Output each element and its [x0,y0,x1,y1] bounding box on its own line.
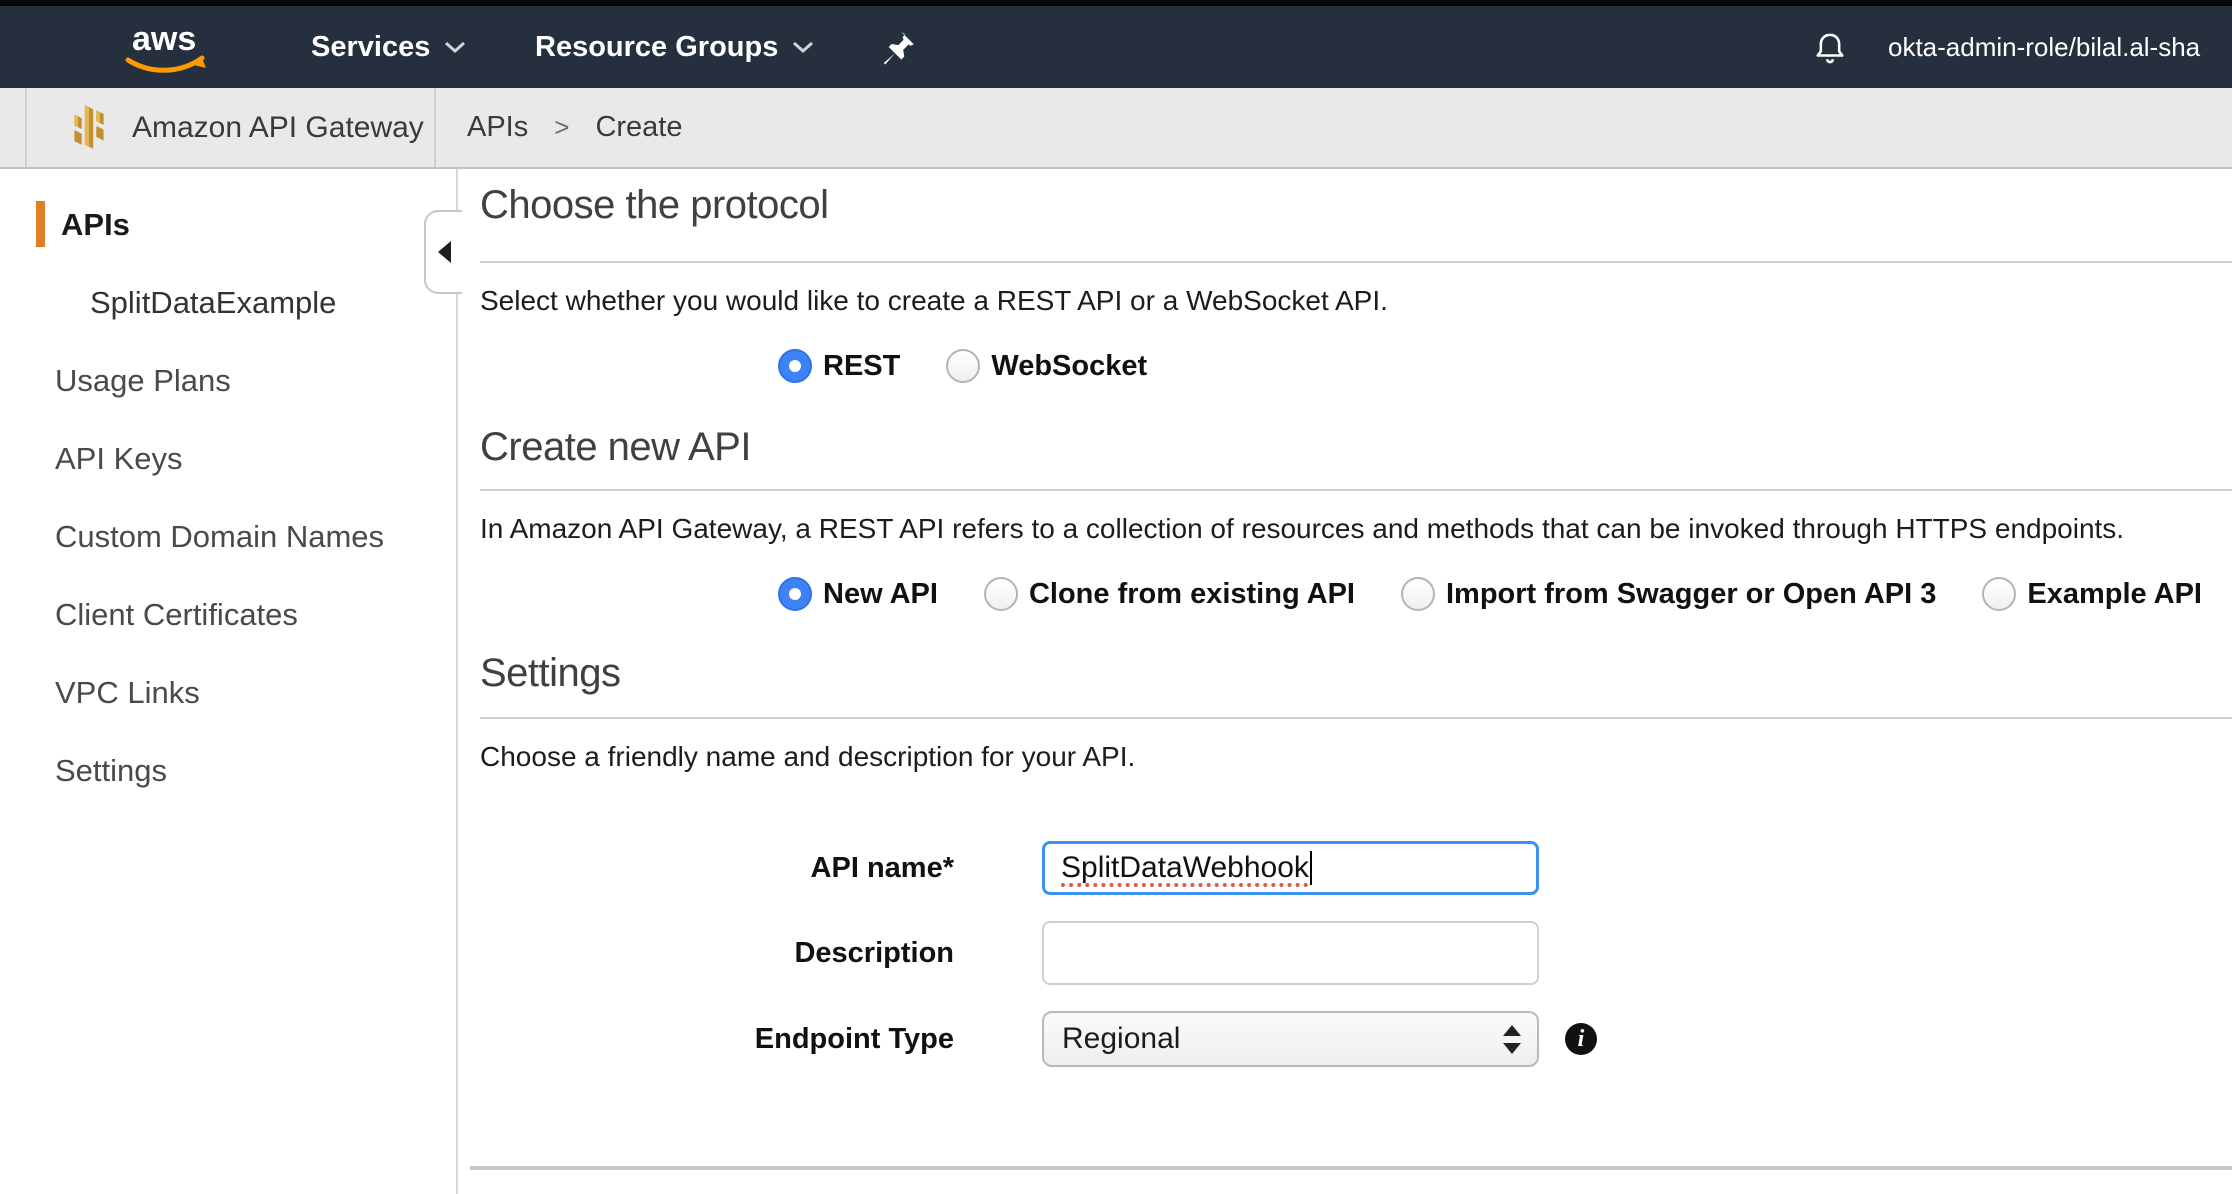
api-name-value: SplitDataWebhook [1061,851,1309,885]
sidebar-item-client-certificates[interactable]: Client Certificates [55,597,456,633]
protocol-description: Select whether you would like to create … [480,285,1388,317]
breadcrumb-apis[interactable]: APIs [467,111,528,144]
settings-description: Choose a friendly name and description f… [480,741,1135,773]
text-cursor [1310,851,1312,885]
info-icon[interactable]: i [1565,1023,1597,1055]
chevron-down-icon [792,40,814,54]
radio-new-api[interactable]: New API [778,577,938,611]
account-name: okta-admin-role/bilal.al-sha [1888,32,2200,63]
selected-indicator [36,201,45,247]
radio-button[interactable] [946,349,980,383]
nav-resource-groups-label: Resource Groups [535,31,778,64]
section-rule [480,717,2232,719]
radio-button[interactable] [984,577,1018,611]
radio-websocket[interactable]: WebSocket [946,349,1147,383]
aws-logo[interactable]: aws [118,16,214,78]
section-rule [480,261,2232,263]
sidebar-item-splitdataexample[interactable]: SplitDataExample [90,285,456,321]
create-new-description: In Amazon API Gateway, a REST API refers… [480,513,2124,545]
select-arrows-icon [1503,1013,1521,1065]
protocol-radio-group: REST WebSocket [778,349,1193,383]
section-title-settings: Settings [480,651,621,696]
section-title-protocol: Choose the protocol [480,183,829,228]
service-title[interactable]: Amazon API Gateway [132,88,424,167]
api-name-input[interactable]: SplitDataWebhook [1042,841,1539,895]
radio-example-api[interactable]: Example API [1982,577,2202,611]
sidebar: APIs SplitDataExample Usage Plans API Ke… [0,169,458,1194]
nav-services[interactable]: Services [311,6,466,88]
breadcrumb-divider [434,88,436,167]
breadcrumb: APIs > Create [467,88,682,167]
endpoint-type-value: Regional [1062,1022,1180,1056]
bell-icon[interactable] [1812,30,1848,66]
radio-button[interactable] [778,577,812,611]
breadcrumb-left-stub [0,88,27,167]
create-new-radio-group: New API Clone from existing API Import f… [778,577,2232,611]
radio-button[interactable] [1982,577,2016,611]
radio-button[interactable] [1401,577,1435,611]
section-rule [480,489,2232,491]
chevron-left-icon [438,241,451,263]
sidebar-item-usage-plans[interactable]: Usage Plans [55,363,456,399]
radio-import-swagger[interactable]: Import from Swagger or Open API 3 [1401,577,1936,611]
form-row-api-name: API name* SplitDataWebhook [480,841,1539,895]
aws-top-navbar: aws Services Resource Groups okta-admin-… [0,6,2232,88]
account-menu[interactable]: okta-admin-role/bilal.al-sha [1888,6,2200,88]
description-label: Description [480,937,954,970]
description-input[interactable] [1042,921,1539,985]
sidebar-item-custom-domain-names[interactable]: Custom Domain Names [55,519,456,555]
section-title-create-new: Create new API [480,425,751,470]
breadcrumb-bar: Amazon API Gateway APIs > Create [0,88,2232,169]
breadcrumb-separator: > [554,112,569,143]
sidebar-item-settings[interactable]: Settings [55,753,456,789]
endpoint-type-select[interactable]: Regional [1042,1011,1539,1067]
api-gateway-service-icon [64,102,114,152]
form-row-description: Description [480,921,1539,985]
section-bottom-rule [470,1166,2232,1170]
aws-console-page: aws Services Resource Groups okta-admin-… [0,0,2232,1194]
breadcrumb-create: Create [595,111,682,144]
sidebar-item-apis[interactable]: APIs [61,207,456,243]
main-content: Choose the protocol Select whether you w… [460,169,2232,1194]
radio-clone-existing[interactable]: Clone from existing API [984,577,1355,611]
nav-resource-groups[interactable]: Resource Groups [535,6,814,88]
form-row-endpoint-type: Endpoint Type Regional i [480,1011,1597,1067]
pushpin-icon[interactable] [880,30,916,66]
sidebar-collapse-toggle[interactable] [424,210,462,294]
nav-services-label: Services [311,31,430,64]
svg-text:aws: aws [132,20,196,58]
sidebar-item-vpc-links[interactable]: VPC Links [55,675,456,711]
api-name-label: API name* [480,852,954,885]
chevron-down-icon [444,40,466,54]
radio-rest[interactable]: REST [778,349,900,383]
sidebar-item-api-keys[interactable]: API Keys [55,441,456,477]
endpoint-type-label: Endpoint Type [480,1023,954,1056]
radio-button[interactable] [778,349,812,383]
